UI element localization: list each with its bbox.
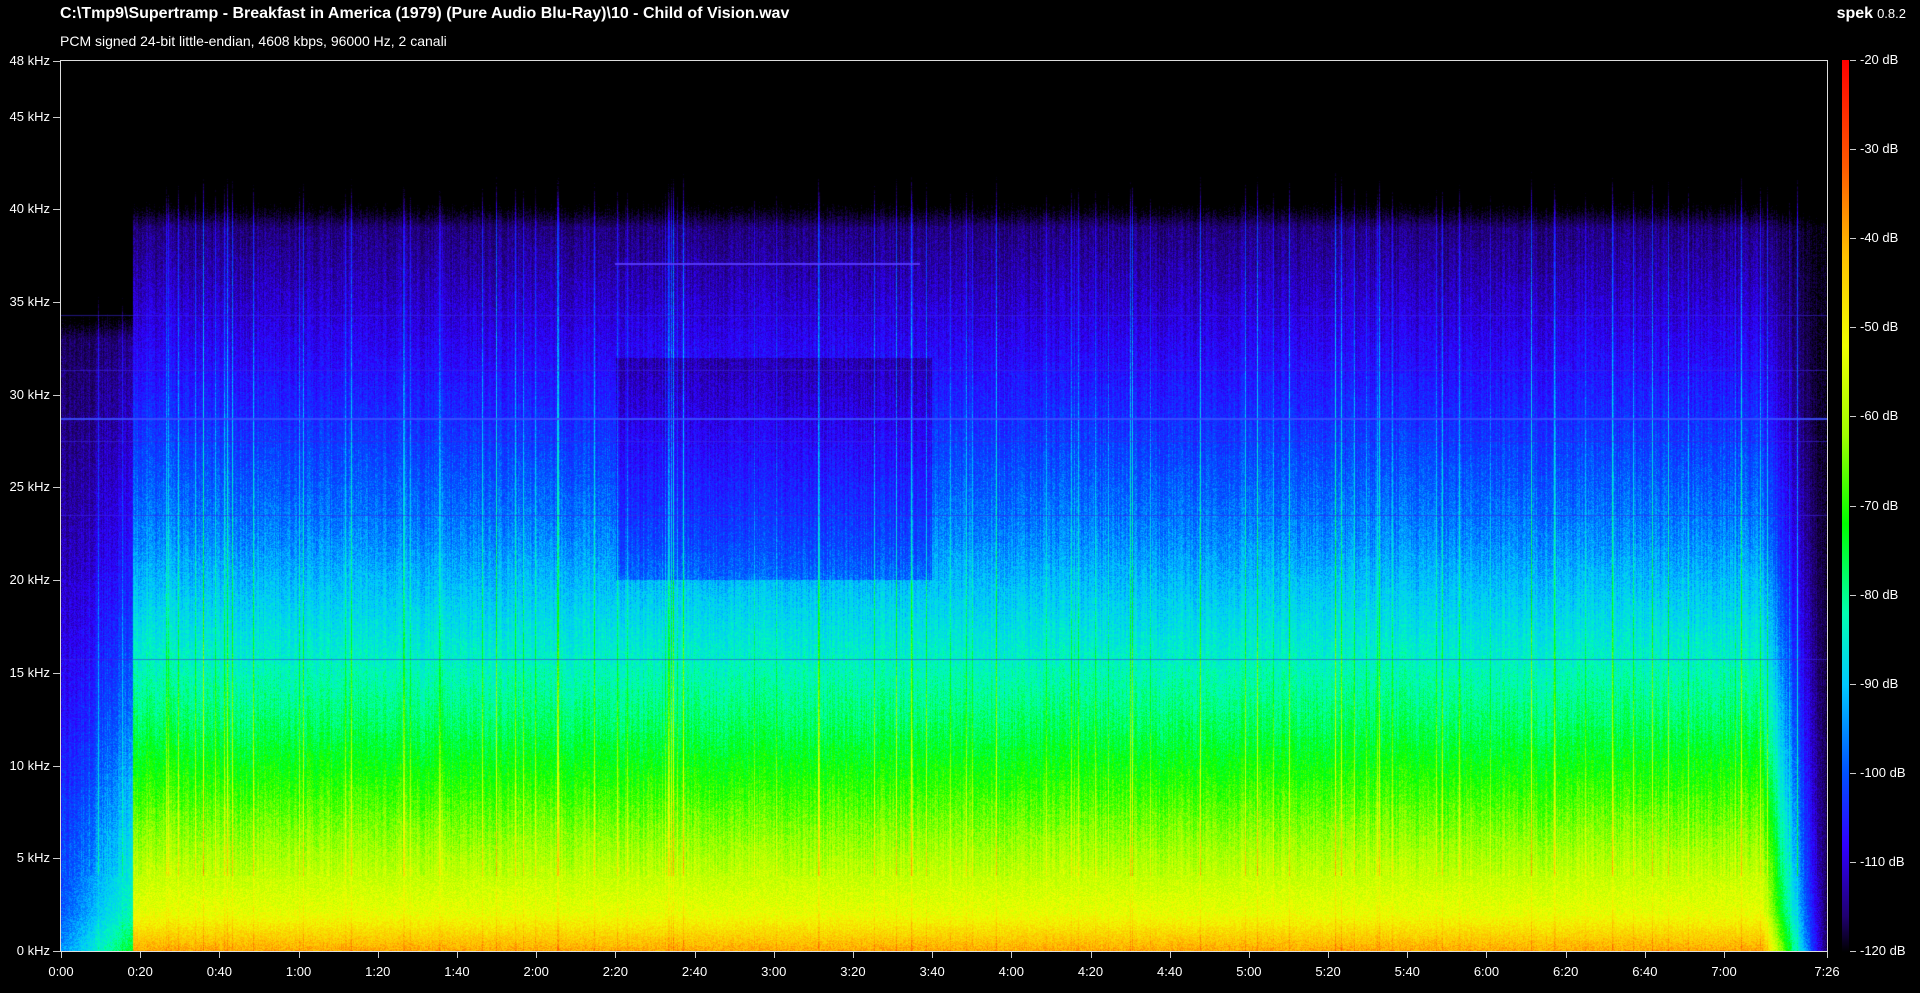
db-tick-mark bbox=[1850, 772, 1856, 774]
x-tick-mark bbox=[1407, 952, 1409, 958]
db-tick-mark bbox=[1850, 951, 1856, 952]
db-tick-label: -110 dB bbox=[1860, 853, 1905, 869]
y-tick-mark bbox=[53, 61, 60, 62]
db-tick-mark bbox=[1850, 505, 1856, 507]
db-tick-mark bbox=[1850, 327, 1856, 329]
audio-format-info: PCM signed 24-bit little-endian, 4608 kb… bbox=[60, 33, 447, 49]
db-tick-mark bbox=[1850, 594, 1856, 596]
x-tick-label: 6:40 bbox=[1632, 964, 1658, 979]
x-tick-label: 4:20 bbox=[1077, 964, 1104, 979]
x-tick-mark bbox=[1486, 952, 1488, 958]
db-tick-label: -90 dB bbox=[1860, 675, 1899, 691]
x-tick-mark bbox=[1248, 952, 1250, 958]
db-tick-mark bbox=[1850, 861, 1856, 863]
x-tick-label: 6:20 bbox=[1553, 964, 1579, 979]
x-tick-mark bbox=[536, 952, 538, 958]
db-tick-label: -60 dB bbox=[1860, 408, 1899, 424]
x-tick-mark bbox=[615, 952, 617, 958]
x-tick-label: 3:00 bbox=[761, 964, 787, 979]
x-tick-label: 6:00 bbox=[1473, 964, 1500, 979]
x-tick-label: 4:40 bbox=[1157, 964, 1183, 979]
x-tick-mark bbox=[1169, 952, 1171, 958]
db-tick-label: -100 dB bbox=[1860, 764, 1906, 780]
x-tick-mark bbox=[219, 952, 221, 958]
y-tick-label: 48 kHz bbox=[9, 53, 50, 68]
x-tick-label: 1:40 bbox=[444, 964, 470, 979]
y-tick-mark bbox=[53, 487, 60, 489]
x-tick-label: 0:00 bbox=[48, 964, 74, 979]
x-tick-label: 5:40 bbox=[1394, 964, 1420, 979]
y-tick-mark bbox=[53, 672, 60, 674]
x-tick-mark bbox=[694, 952, 696, 958]
spectrogram-canvas bbox=[61, 61, 1827, 951]
y-tick-label: 35 kHz bbox=[9, 294, 50, 310]
y-tick-label: 30 kHz bbox=[9, 386, 50, 402]
db-tick-label: -50 dB bbox=[1860, 319, 1899, 335]
file-path-title: C:\Tmp9\Supertramp - Breakfast in Americ… bbox=[60, 5, 790, 22]
y-tick-label: 40 kHz bbox=[9, 201, 50, 217]
y-tick-label: 5 kHz bbox=[16, 850, 50, 866]
x-tick-mark bbox=[1090, 952, 1092, 958]
y-tick-label: 20 kHz bbox=[9, 572, 50, 588]
x-tick-mark bbox=[932, 952, 934, 958]
x-tick-label: 3:40 bbox=[919, 964, 945, 979]
app-version: 0.8.2 bbox=[1877, 6, 1906, 21]
x-tick-label: 5:00 bbox=[1236, 964, 1262, 979]
y-tick-mark bbox=[53, 951, 60, 952]
x-tick-label: 2:40 bbox=[681, 964, 708, 979]
db-tick-label: -70 dB bbox=[1860, 497, 1899, 513]
y-tick-label: 25 kHz bbox=[9, 479, 50, 495]
x-tick-mark bbox=[1011, 952, 1013, 958]
x-tick-mark bbox=[852, 952, 854, 958]
y-tick-mark bbox=[53, 765, 60, 767]
spectrogram-plot bbox=[60, 60, 1828, 952]
x-tick-label: 5:20 bbox=[1315, 964, 1341, 979]
x-tick-label: 1:20 bbox=[365, 964, 391, 979]
y-tick-mark bbox=[53, 209, 60, 211]
x-tick-mark bbox=[1565, 952, 1567, 958]
x-tick-mark bbox=[1724, 952, 1726, 958]
db-tick-mark bbox=[1850, 416, 1856, 418]
db-tick-mark bbox=[1850, 149, 1856, 151]
x-tick-mark bbox=[1827, 952, 1828, 958]
x-tick-mark bbox=[1328, 952, 1330, 958]
x-tick-label: 0:40 bbox=[206, 964, 233, 979]
x-tick-label: 3:20 bbox=[840, 964, 866, 979]
app-brand: spek 0.8.2 bbox=[1837, 5, 1906, 23]
x-tick-mark bbox=[298, 952, 300, 958]
x-tick-label: 0:20 bbox=[127, 964, 153, 979]
x-tick-label: 1:00 bbox=[285, 964, 312, 979]
y-tick-mark bbox=[53, 394, 60, 396]
db-tick-mark bbox=[1850, 683, 1856, 685]
y-tick-label: 10 kHz bbox=[9, 757, 50, 773]
y-tick-mark bbox=[53, 580, 60, 582]
x-tick-label: 2:20 bbox=[602, 964, 628, 979]
x-tick-mark bbox=[773, 952, 775, 958]
app-name: spek bbox=[1836, 5, 1874, 22]
x-tick-mark bbox=[1644, 952, 1646, 958]
y-tick-label: 15 kHz bbox=[9, 664, 50, 680]
x-tick-label: 7:00 bbox=[1711, 964, 1737, 979]
y-tick-mark bbox=[53, 116, 60, 118]
y-tick-mark bbox=[53, 302, 60, 304]
x-tick-label: 7:26 bbox=[1814, 964, 1840, 979]
db-tick-mark bbox=[1850, 60, 1856, 61]
y-tick-label: 45 kHz bbox=[9, 108, 50, 124]
y-tick-label: 0 kHz bbox=[16, 943, 50, 958]
y-tick-mark bbox=[53, 858, 60, 860]
db-tick-label: -30 dB bbox=[1860, 141, 1899, 157]
db-tick-mark bbox=[1850, 238, 1856, 240]
db-colorbar bbox=[1842, 60, 1849, 952]
x-tick-mark bbox=[456, 952, 458, 958]
db-tick-label: -20 dB bbox=[1860, 52, 1899, 67]
x-tick-mark bbox=[140, 952, 142, 958]
x-tick-label: 2:00 bbox=[523, 964, 549, 979]
x-tick-mark bbox=[377, 952, 379, 958]
db-tick-label: -120 dB bbox=[1860, 943, 1906, 958]
x-tick-label: 4:00 bbox=[998, 964, 1024, 979]
db-tick-label: -80 dB bbox=[1860, 586, 1899, 602]
x-tick-mark bbox=[61, 952, 62, 958]
db-tick-label: -40 dB bbox=[1860, 230, 1899, 246]
